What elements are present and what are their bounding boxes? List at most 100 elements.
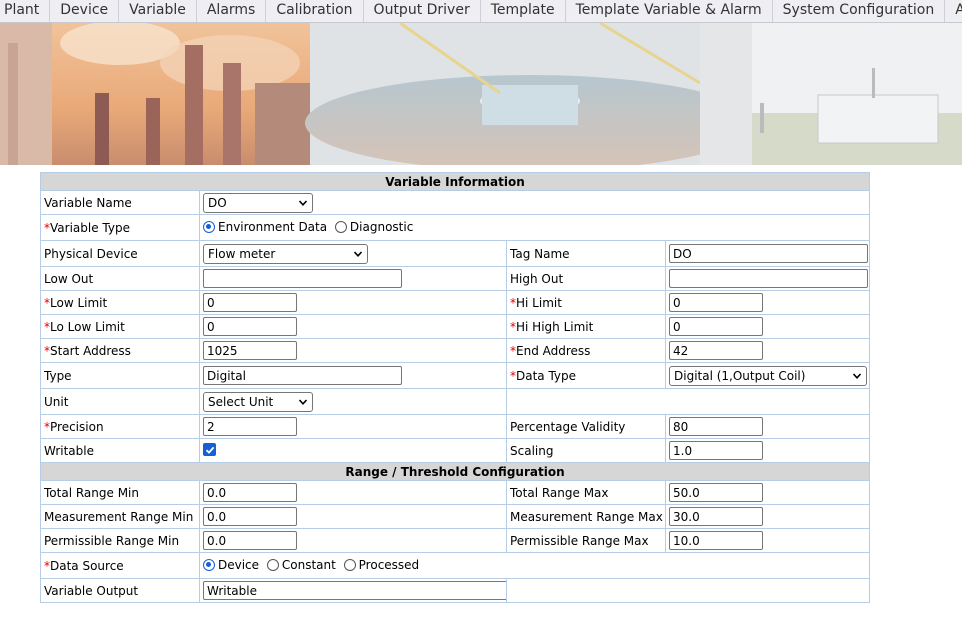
- label-unit: Unit: [40, 388, 200, 415]
- label-lo-low-limit: *Lo Low Limit: [40, 314, 200, 339]
- radio-checked-icon: [203, 558, 215, 571]
- cell-measurement-range-min: [199, 504, 507, 529]
- cell-end-address: [664, 338, 871, 363]
- cell-variable-output: [199, 578, 507, 603]
- label-start-address-text: Start Address: [50, 343, 131, 358]
- radio-unchecked-icon: [266, 558, 279, 571]
- cell-type: [199, 362, 507, 389]
- label-precision-text: Precision: [50, 419, 104, 434]
- radio-device[interactable]: Device: [203, 558, 259, 572]
- nav-template-variable-alarm[interactable]: Template Variable & Alarm: [566, 0, 773, 22]
- cell-tag-name: [664, 240, 871, 267]
- low-out-input[interactable]: [203, 269, 402, 288]
- nav-admin-console[interactable]: Admin Con: [945, 0, 962, 22]
- label-precision: *Precision: [40, 414, 200, 439]
- radio-unchecked-icon: [334, 220, 347, 233]
- checkmark-icon: [205, 446, 214, 454]
- label-scaling: Scaling: [506, 438, 666, 463]
- label-variable-name: Variable Name: [40, 190, 200, 215]
- label-percentage-validity: Percentage Validity: [506, 414, 666, 439]
- radio-diagnostic[interactable]: Diagnostic: [334, 220, 413, 234]
- label-writable: Writable: [40, 438, 200, 463]
- nav-calibration[interactable]: Calibration: [266, 0, 364, 22]
- start-address-input[interactable]: [203, 341, 297, 360]
- radio-processed[interactable]: Processed: [343, 557, 420, 572]
- tag-name-input[interactable]: [669, 244, 868, 263]
- nav-alarms[interactable]: Alarms: [197, 0, 267, 22]
- top-nav: Plant Device Variable Alarms Calibration…: [0, 0, 962, 23]
- cell-data-source: Device Constant Processed: [198, 552, 871, 579]
- cell-unit: Select Unit: [199, 388, 507, 415]
- permissible-range-min-input[interactable]: [203, 531, 297, 550]
- label-variable-type: *Variable Type: [40, 214, 200, 241]
- nav-system-configuration[interactable]: System Configuration: [773, 0, 946, 22]
- label-data-source-text: Data Source: [50, 558, 124, 573]
- variable-form: Variable Information Variable Name DO *V…: [39, 172, 871, 603]
- label-data-type: *Data Type: [506, 362, 666, 389]
- measurement-range-min-input[interactable]: [203, 507, 297, 526]
- cell-total-range-min: [199, 480, 507, 505]
- label-measurement-range-max: Measurement Range Max: [506, 504, 666, 529]
- nav-variable[interactable]: Variable: [119, 0, 197, 22]
- empty-cell: [505, 388, 871, 415]
- precision-input[interactable]: [203, 417, 297, 436]
- cell-permissible-range-max: [664, 528, 871, 553]
- variable-name-select[interactable]: DO: [203, 192, 313, 213]
- percentage-validity-input[interactable]: [669, 417, 763, 436]
- radio-constant[interactable]: Constant: [266, 558, 336, 572]
- cell-hi-high-limit: [664, 314, 871, 339]
- header-banner-image: [0, 23, 962, 165]
- cell-total-range-max: [664, 480, 871, 505]
- cell-low-out: [199, 266, 507, 291]
- nav-device[interactable]: Device: [50, 0, 120, 22]
- unit-select[interactable]: Select Unit: [203, 391, 313, 412]
- variable-output-input[interactable]: [203, 581, 506, 600]
- label-end-address: *End Address: [506, 338, 666, 363]
- cell-measurement-range-max: [664, 504, 871, 529]
- radio-unchecked-icon: [343, 558, 356, 571]
- writable-checkbox[interactable]: [203, 443, 216, 457]
- radio-environment-data[interactable]: Environment Data: [203, 220, 327, 234]
- radio-processed-label: Processed: [358, 557, 420, 572]
- label-low-limit-text: Low Limit: [50, 295, 108, 310]
- nav-plant[interactable]: Plant: [0, 0, 51, 22]
- cell-scaling: [664, 438, 871, 463]
- lo-low-limit-input[interactable]: [203, 317, 297, 336]
- cell-precision: [199, 414, 507, 439]
- high-out-input[interactable]: [669, 269, 868, 288]
- cell-physical-device: Flow meter: [199, 240, 507, 267]
- cell-lo-low-limit: [199, 314, 507, 339]
- scaling-input[interactable]: [669, 441, 763, 460]
- unit-value: Select Unit: [208, 394, 274, 409]
- radio-device-label: Device: [218, 557, 260, 572]
- label-permissible-range-min: Permissible Range Min: [40, 528, 200, 553]
- hi-limit-input[interactable]: [669, 293, 763, 312]
- label-variable-output: Variable Output: [40, 578, 200, 603]
- data-type-select[interactable]: Digital (1,Output Coil): [669, 365, 867, 386]
- label-lo-low-limit-text: Lo Low Limit: [50, 319, 125, 334]
- cell-variable-type: Environment Data Diagnostic: [198, 214, 871, 241]
- data-type-value: Digital (1,Output Coil): [674, 368, 806, 383]
- label-tag-name: Tag Name: [506, 240, 666, 267]
- label-hi-limit: *Hi Limit: [506, 290, 666, 315]
- nav-output-driver[interactable]: Output Driver: [364, 0, 481, 22]
- total-range-min-input[interactable]: [203, 483, 297, 502]
- hi-high-limit-input[interactable]: [669, 317, 763, 336]
- cell-data-type: Digital (1,Output Coil): [664, 362, 871, 389]
- nav-template[interactable]: Template: [481, 0, 566, 22]
- permissible-range-max-input[interactable]: [669, 531, 763, 550]
- type-input[interactable]: [203, 366, 402, 385]
- total-range-max-input[interactable]: [669, 483, 763, 502]
- measurement-range-max-input[interactable]: [669, 507, 763, 526]
- label-total-range-max: Total Range Max: [506, 480, 666, 505]
- label-variable-type-text: Variable Type: [50, 220, 130, 235]
- end-address-input[interactable]: [669, 341, 763, 360]
- radio-environment-data-label: Environment Data: [218, 219, 328, 234]
- low-limit-input[interactable]: [203, 293, 297, 312]
- label-hi-high-limit: *Hi High Limit: [506, 314, 666, 339]
- label-data-source: *Data Source: [40, 552, 200, 579]
- physical-device-select[interactable]: Flow meter: [203, 243, 368, 264]
- label-start-address: *Start Address: [40, 338, 200, 363]
- chevron-down-icon: [298, 199, 308, 206]
- physical-device-value: Flow meter: [208, 246, 276, 261]
